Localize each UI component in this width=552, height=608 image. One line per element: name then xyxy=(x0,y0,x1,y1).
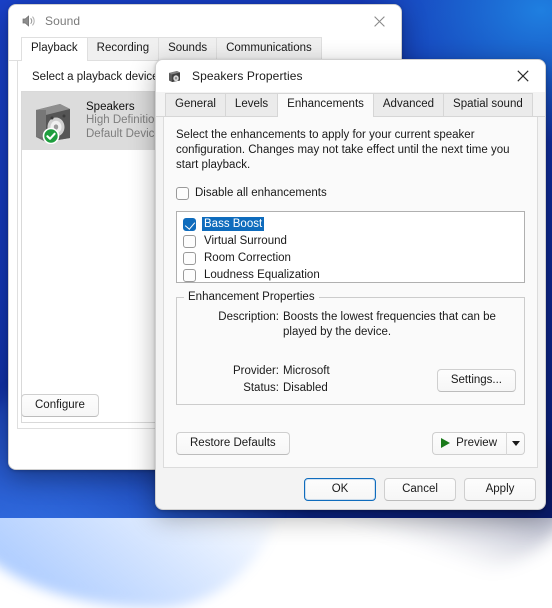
status-key: Status: xyxy=(187,381,283,396)
play-icon xyxy=(441,438,450,448)
description-key: Description: xyxy=(187,310,283,340)
tab-recording[interactable]: Recording xyxy=(87,37,159,60)
close-icon[interactable] xyxy=(501,60,545,92)
sound-button-row: Configure xyxy=(21,394,99,417)
enhancements-listbox[interactable]: Bass Boost Virtual Surround Room Correct… xyxy=(176,211,525,283)
tab-enhancements[interactable]: Enhancements xyxy=(277,93,374,117)
enhancement-properties-group: Enhancement Properties Description: Boos… xyxy=(176,297,525,405)
description-row: Description: Boosts the lowest frequenci… xyxy=(187,310,514,340)
sound-titlebar: Sound xyxy=(9,5,401,37)
tab-advanced[interactable]: Advanced xyxy=(373,93,444,116)
props-action-row: Restore Defaults Preview xyxy=(176,432,525,455)
speaker-box-icon xyxy=(30,98,76,144)
preview-split-button[interactable]: Preview xyxy=(432,432,525,455)
tab-levels[interactable]: Levels xyxy=(225,93,278,116)
props-window-title: Speakers Properties xyxy=(192,69,303,83)
apply-button[interactable]: Apply xyxy=(464,478,536,501)
preview-button[interactable]: Preview xyxy=(432,432,506,455)
tab-general[interactable]: General xyxy=(165,93,226,116)
speaker-icon xyxy=(20,13,36,29)
configure-button[interactable]: Configure xyxy=(21,394,99,417)
sound-window-title: Sound xyxy=(45,14,80,28)
disable-all-enhancements-label: Disable all enhancements xyxy=(195,186,327,201)
enhancements-description: Select the enhancements to apply for you… xyxy=(176,128,525,173)
sound-tabstrip: Playback Recording Sounds Communications xyxy=(9,37,401,61)
disable-all-enhancements-checkbox[interactable]: Disable all enhancements xyxy=(176,186,525,201)
checkbox-icon[interactable] xyxy=(183,218,196,231)
list-item[interactable]: Virtual Surround xyxy=(183,233,520,249)
ok-button[interactable]: OK xyxy=(304,478,376,501)
checkbox-icon[interactable] xyxy=(183,269,196,282)
close-icon[interactable] xyxy=(357,5,401,37)
list-item[interactable]: Room Correction xyxy=(183,250,520,266)
tab-playback[interactable]: Playback xyxy=(21,37,88,61)
enhancements-page: Select the enhancements to apply for you… xyxy=(163,117,538,468)
dialog-button-row: OK Cancel Apply xyxy=(304,478,536,501)
status-row: Status: Disabled Settings... xyxy=(187,381,514,396)
provider-key: Provider: xyxy=(187,364,283,379)
description-value: Boosts the lowest frequencies that can b… xyxy=(283,310,514,340)
settings-button[interactable]: Settings... xyxy=(437,369,516,392)
enhancement-label: Bass Boost xyxy=(202,217,264,231)
props-titlebar: Speakers Properties xyxy=(156,60,545,92)
list-item[interactable]: Loudness Equalization xyxy=(183,267,520,283)
list-item[interactable]: Bass Boost xyxy=(183,216,520,232)
restore-defaults-button[interactable]: Restore Defaults xyxy=(176,432,290,455)
enhancement-label: Room Correction xyxy=(202,251,293,265)
enhancement-label: Virtual Surround xyxy=(202,234,289,248)
cancel-button[interactable]: Cancel xyxy=(384,478,456,501)
checkbox-icon xyxy=(176,187,189,200)
preview-label: Preview xyxy=(456,437,497,449)
speakers-properties-dialog: Speakers Properties General Levels Enhan… xyxy=(155,59,546,510)
enhancement-properties-title: Enhancement Properties xyxy=(184,291,319,303)
checkbox-icon[interactable] xyxy=(183,235,196,248)
enhancement-label: Loudness Equalization xyxy=(202,268,322,282)
props-tabstrip: General Levels Enhancements Advanced Spa… xyxy=(156,92,545,117)
speaker-icon xyxy=(167,68,183,84)
checkbox-icon[interactable] xyxy=(183,252,196,265)
preview-dropdown-button[interactable] xyxy=(506,432,525,455)
tab-sounds[interactable]: Sounds xyxy=(158,37,217,60)
tab-communications[interactable]: Communications xyxy=(216,37,322,60)
chevron-down-icon xyxy=(512,441,520,446)
tab-spatial-sound[interactable]: Spatial sound xyxy=(443,93,533,116)
